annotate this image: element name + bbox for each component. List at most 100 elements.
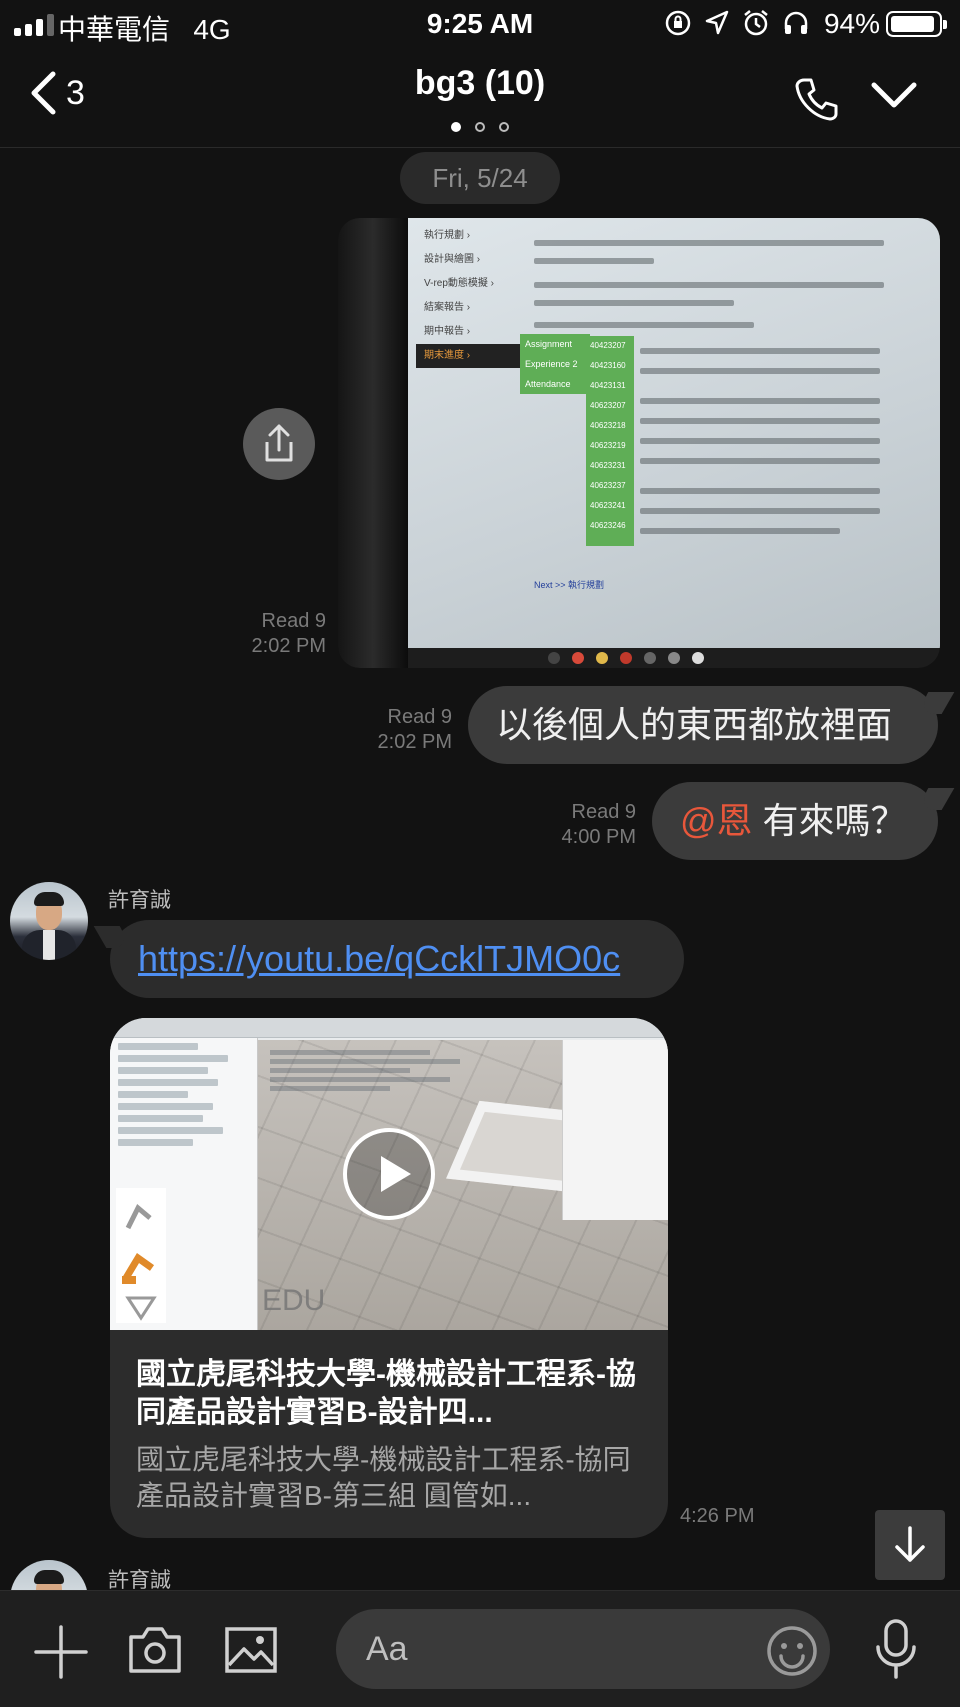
photo-message-meta: Read 9 2:02 PM (200, 609, 326, 659)
mention-tag[interactable]: @恩 (680, 800, 753, 841)
attach-button[interactable] (34, 1625, 88, 1684)
page-dot (475, 122, 485, 132)
play-icon[interactable] (343, 1128, 435, 1220)
photo-text-line (640, 348, 880, 354)
photo-next-link: Next >> 執行規劃 (534, 580, 605, 590)
camera-button[interactable] (128, 1625, 182, 1680)
microphone-icon (876, 1619, 916, 1679)
photo-id-item: 40623241 (590, 501, 626, 510)
photo-id-item: 40623246 (590, 521, 626, 530)
battery-icon (886, 11, 947, 37)
thumb-watermark: EDU (262, 1284, 326, 1317)
date-separator: Fri, 5/24 (400, 152, 560, 204)
photo-monitor-edge (338, 218, 408, 668)
video-thumbnail[interactable]: EDU (110, 1018, 668, 1330)
photo-id-item: 40623218 (590, 421, 626, 430)
photo-menu-item: 結案報告 › (424, 302, 471, 313)
photo-text-line (640, 488, 880, 494)
sent-message-meta: Read 9 2:02 PM (330, 705, 452, 755)
photo-text-line (534, 322, 754, 328)
photo-id-item: 40423207 (590, 341, 626, 350)
message-input[interactable]: Aa (336, 1609, 830, 1689)
read-receipt: Read 9 (261, 610, 327, 632)
message-input-bar: Aa (0, 1590, 960, 1707)
location-icon (705, 10, 729, 35)
thumb-toolbar (110, 1018, 668, 1038)
avatar[interactable] (10, 882, 88, 960)
photo-menu-item: 期中報告 › (424, 326, 471, 337)
sent-message-meta: Read 9 4:00 PM (520, 800, 636, 850)
photo-id-item: 40423160 (590, 361, 626, 370)
photo-text-line (640, 458, 880, 464)
page-dot (451, 122, 461, 132)
read-receipt: Read 9 (571, 801, 637, 823)
read-receipt: Read 9 (387, 706, 453, 728)
voice-button[interactable] (874, 1619, 918, 1684)
arrow-down-icon (895, 1526, 925, 1562)
message-time: 4:00 PM (561, 826, 636, 848)
photo-text-line (640, 398, 880, 404)
message-text: 以後個人的東西都放裡面 (496, 704, 893, 745)
photo-id-item: 40623207 (590, 401, 626, 410)
thumb-side-panel (562, 1040, 668, 1220)
photo-text-line (640, 438, 880, 444)
photo-id-item: 40623237 (590, 481, 626, 490)
photo-menu-item: 執行規劃 › (424, 230, 471, 241)
photo-submenu-item: Attendance (525, 379, 571, 389)
status-bar: 中華電信 4G 9:25 AM 94% (0, 0, 960, 50)
status-time: 9:25 AM (426, 8, 534, 39)
avatar-hair (34, 892, 64, 906)
sender-name: 許育誠 (108, 889, 171, 912)
battery-percentage: 94% (823, 8, 880, 39)
photo-menu-item: 期末進度 › (416, 344, 520, 368)
photo-text-line (534, 258, 654, 264)
share-button[interactable] (243, 408, 315, 480)
photo-message[interactable]: 執行規劃 › 設計與繪圖 › V-rep動態模擬 › 結案報告 › 期中報告 ›… (338, 218, 940, 668)
orientation-lock-icon (665, 10, 691, 36)
image-icon (225, 1627, 277, 1673)
photo-taskbar (408, 648, 940, 668)
photo-text-line (640, 368, 880, 374)
chat-menu-button[interactable] (870, 80, 918, 115)
photo-text-line (640, 418, 880, 424)
share-icon (265, 424, 293, 462)
photo-id-item: 40623231 (590, 461, 626, 470)
received-message-bubble[interactable]: https://youtu.be/qCcklTJMO0c (110, 920, 684, 998)
sent-message-bubble[interactable]: 以後個人的東西都放裡面 (468, 686, 938, 764)
message-link[interactable]: https://youtu.be/qCcklTJMO0c (138, 938, 620, 979)
emoji-icon (767, 1626, 817, 1676)
photo-id-item: 40623219 (590, 441, 626, 450)
phone-icon (795, 78, 838, 121)
link-preview-card[interactable]: EDU 國立虎尾科技大學-機械設計工程系-協同產品設計實習B-設計四... 國立… (110, 1018, 668, 1538)
photo-submenu-item: Experience 2 (525, 359, 578, 369)
card-title: 國立虎尾科技大學-機械設計工程系-協同產品設計實習B-設計四... (136, 1358, 636, 1429)
sent-message-bubble[interactable]: @恩 有來嗎？ (652, 782, 938, 860)
alarm-icon (744, 10, 768, 36)
status-icons (664, 9, 810, 37)
message-time: 2:02 PM (377, 731, 452, 753)
emoji-button[interactable] (766, 1625, 818, 1682)
photo-menu-item: 設計與繪圖 › (424, 254, 481, 265)
photo-submenu-item: Assignment (525, 339, 573, 349)
thumb-properties (270, 1046, 470, 1106)
message-text: 有來嗎？ (752, 800, 907, 841)
message-time: 2:02 PM (251, 635, 326, 657)
thumb-robot-models (116, 1188, 166, 1323)
photo-id-list: 40423207 40423160 40423131 40623207 4062… (586, 336, 634, 546)
photo-text-line (640, 508, 880, 514)
headphones-icon (784, 11, 808, 34)
photo-submenu: Assignment Experience 2 Attendance (520, 334, 590, 394)
photo-text-line (534, 282, 884, 288)
chat-header: 3 bg3 (10) (0, 50, 960, 148)
photo-id-item: 40423131 (590, 381, 626, 390)
photo-text-line (534, 300, 734, 306)
photo-text-line (640, 528, 840, 534)
message-time: 4:26 PM (680, 1505, 755, 1527)
scroll-to-bottom-button[interactable] (875, 1510, 945, 1580)
plus-icon (34, 1625, 88, 1679)
photo-text-line (534, 240, 884, 246)
card-description: 國立虎尾科技大學-機械設計工程系-協同產品設計實習B-第三組 圓管如... (136, 1444, 631, 1511)
gallery-button[interactable] (224, 1625, 278, 1680)
chevron-down-icon (871, 82, 917, 108)
call-button[interactable] (794, 76, 840, 127)
